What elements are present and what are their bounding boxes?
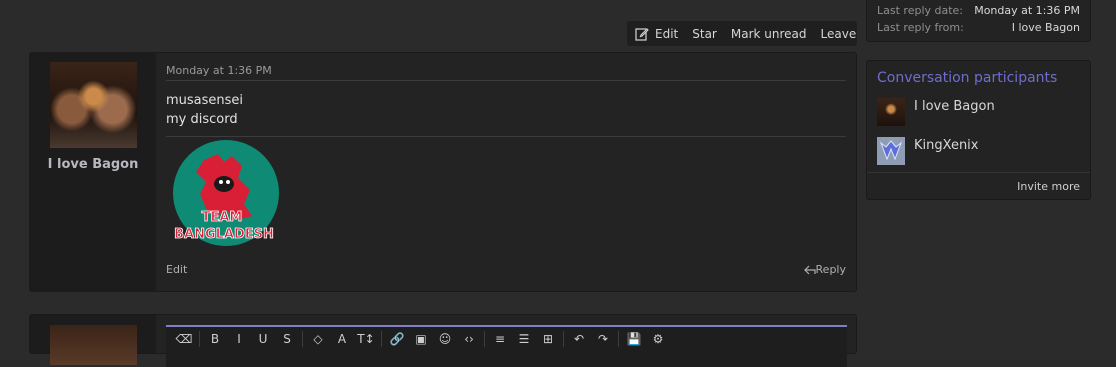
thread-info-box: Last reply date: Monday at 1:36 PM Last … <box>866 0 1091 42</box>
message-author[interactable]: I love Bagon <box>30 157 156 172</box>
italic-icon[interactable]: I <box>227 332 251 346</box>
underline-icon[interactable]: U <box>251 332 275 346</box>
avatar <box>50 325 137 365</box>
last-reply-date-label: Last reply date: <box>877 4 964 17</box>
edit-icon <box>635 27 649 41</box>
code-icon[interactable]: ‹› <box>457 332 481 346</box>
participant-item[interactable]: KingXenix <box>877 137 979 165</box>
participant-name[interactable]: I love Bagon <box>914 99 995 114</box>
last-reply-date-value: Monday at 1:36 PM <box>974 4 1080 17</box>
last-reply-date-row: Last reply date: Monday at 1:36 PM <box>877 4 1080 17</box>
toolbar-separator <box>563 331 564 347</box>
message-action-toolbar: Edit Star Mark unread Leave <box>627 21 857 46</box>
toolbar-separator <box>302 331 303 347</box>
align-icon[interactable]: ≡ <box>488 332 512 346</box>
conversation-participants: Conversation participants I love Bagon K… <box>866 60 1091 200</box>
save-draft-icon[interactable]: 💾 <box>622 332 646 346</box>
editor-user-column <box>30 315 156 365</box>
star-label: Star <box>692 26 717 41</box>
message-edit-link[interactable]: Edit <box>166 263 187 276</box>
gear-icon[interactable]: ⚙ <box>646 332 670 346</box>
mark-unread-label: Mark unread <box>730 26 807 41</box>
message-date[interactable]: Monday at 1:36 PM <box>166 64 272 77</box>
divider <box>166 136 846 137</box>
last-reply-from-row: Last reply from: I love Bagon <box>877 21 1080 34</box>
avatar[interactable] <box>877 137 905 165</box>
team-bangladesh-logo[interactable]: TEAM BANGLADESH <box>166 138 286 248</box>
logo-text-top: TEAM <box>202 210 243 225</box>
undo-icon[interactable]: ↶ <box>567 332 591 346</box>
font-family-icon[interactable]: A <box>330 332 354 346</box>
font-size-icon[interactable]: T↕ <box>354 332 378 346</box>
list-icon[interactable]: ☰ <box>512 332 536 346</box>
table-icon[interactable]: ⊞ <box>536 332 560 346</box>
divider <box>867 172 1090 173</box>
divider <box>166 80 846 81</box>
strikethrough-icon[interactable]: S <box>275 332 299 346</box>
image-icon[interactable]: ▣ <box>409 332 433 346</box>
star-button[interactable]: Star <box>685 27 724 41</box>
editor-toolbar: ⌫ B I U S ◇ A T↕ 🔗 ▣ ☺ ‹› ≡ ☰ ⊞ ↶ ↷ 💾 ⚙ <box>172 331 670 347</box>
toolbar-separator <box>484 331 485 347</box>
reply-button[interactable]: Reply <box>803 263 846 276</box>
text-color-icon[interactable]: ◇ <box>306 332 330 346</box>
redo-icon[interactable]: ↷ <box>591 332 615 346</box>
mark-unread-button[interactable]: Mark unread <box>724 27 814 41</box>
last-reply-from-value[interactable]: I love Bagon <box>1012 21 1080 34</box>
logo-text-bottom: BANGLADESH <box>174 227 274 242</box>
message-user-column: I love Bagon <box>30 53 156 291</box>
reply-icon <box>803 265 816 274</box>
edit-label: Edit <box>655 26 679 41</box>
message-line: my discord <box>166 112 238 127</box>
participant-item[interactable]: I love Bagon <box>877 98 995 126</box>
leave-button[interactable]: Leave <box>814 27 864 41</box>
toolbar-separator <box>199 331 200 347</box>
reply-editor-block: ⌫ B I U S ◇ A T↕ 🔗 ▣ ☺ ‹› ≡ ☰ ⊞ ↶ ↷ 💾 ⚙ <box>29 314 857 367</box>
reply-label: Reply <box>815 263 846 276</box>
last-reply-from-label: Last reply from: <box>877 21 964 34</box>
participant-name[interactable]: KingXenix <box>914 138 979 153</box>
message: I love Bagon Monday at 1:36 PM musasense… <box>29 52 857 292</box>
link-icon[interactable]: 🔗 <box>385 332 409 346</box>
invite-more-link[interactable]: Invite more <box>1017 180 1080 193</box>
bold-icon[interactable]: B <box>203 332 227 346</box>
smiley-icon[interactable]: ☺ <box>433 332 457 346</box>
leave-label: Leave <box>820 26 857 41</box>
message-content: Monday at 1:36 PM musasensei my discord … <box>166 53 846 291</box>
participants-title: Conversation participants <box>877 70 1058 86</box>
avatar[interactable] <box>877 98 905 126</box>
toolbar-separator <box>381 331 382 347</box>
edit-conversation-button[interactable]: Edit <box>627 27 685 41</box>
toolbar-separator <box>618 331 619 347</box>
clear-format-icon[interactable]: ⌫ <box>172 332 196 346</box>
message-line: musasensei <box>166 93 244 108</box>
avatar[interactable] <box>50 62 137 148</box>
reply-editor[interactable]: ⌫ B I U S ◇ A T↕ 🔗 ▣ ☺ ‹› ≡ ☰ ⊞ ↶ ↷ 💾 ⚙ <box>166 325 847 367</box>
